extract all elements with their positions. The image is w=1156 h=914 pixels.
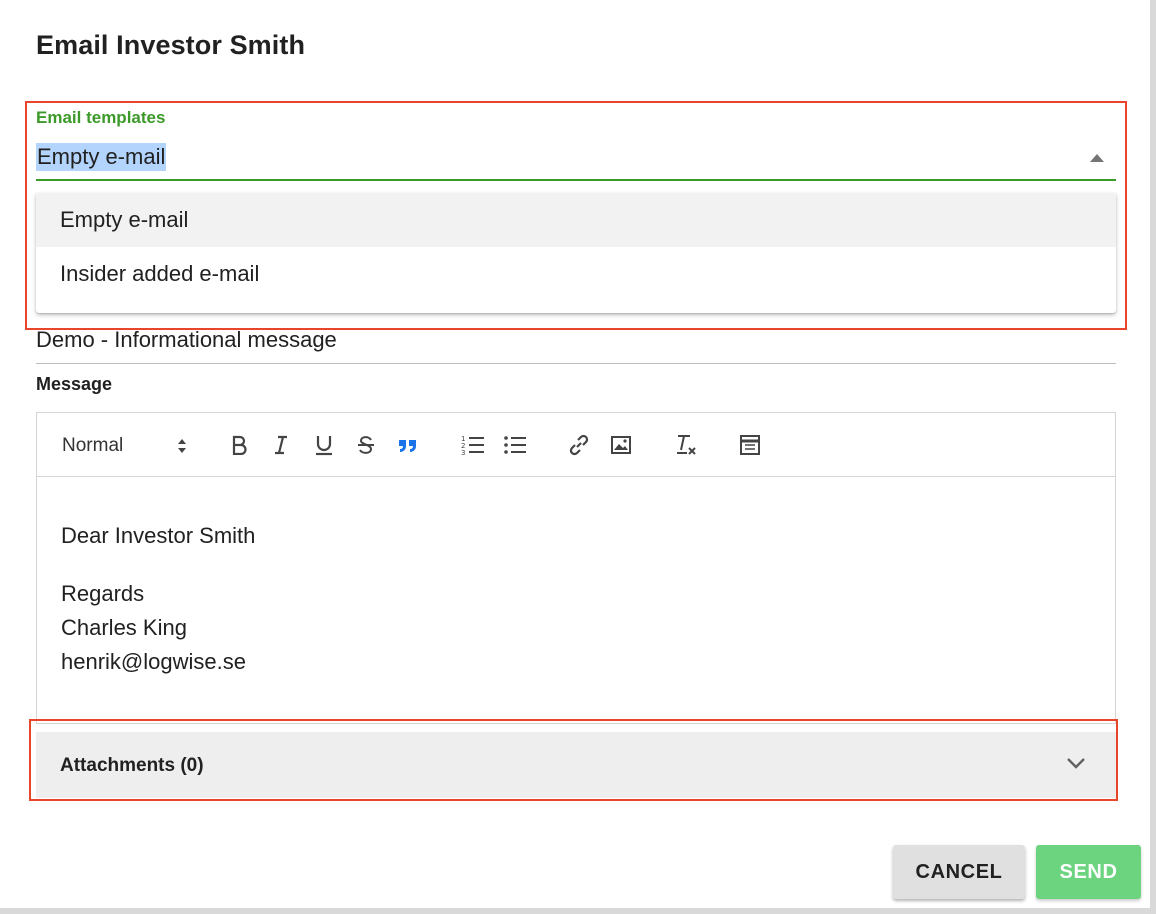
message-closing: Regards <box>61 581 145 606</box>
email-templates-value: Empty e-mail <box>36 143 167 171</box>
message-greeting: Dear Investor Smith <box>61 523 256 548</box>
link-button[interactable] <box>565 431 593 459</box>
cancel-button[interactable]: CANCEL <box>893 845 1025 899</box>
format-select[interactable]: Normal <box>62 435 123 457</box>
message-sender-email: henrik@logwise.se <box>61 649 246 674</box>
underline-icon <box>316 436 332 456</box>
bold-button[interactable] <box>225 431 253 459</box>
strikethrough-icon <box>358 436 374 454</box>
template-option-insider-added[interactable]: Insider added e-mail <box>36 247 1116 301</box>
select-arrows-icon <box>178 439 186 453</box>
attachments-panel[interactable]: Attachments (0) <box>36 732 1116 798</box>
caret-up-icon <box>1090 154 1104 162</box>
dialog-title: Email Investor Smith <box>36 30 306 60</box>
table-icon <box>740 435 760 455</box>
backdrop <box>1150 0 1156 914</box>
underline-button[interactable] <box>310 431 338 459</box>
message-body[interactable]: Dear Investor Smith Regards Charles King… <box>61 519 1091 679</box>
subject-field[interactable]: Demo - Informational message <box>36 323 1116 364</box>
clear-format-button[interactable] <box>672 431 700 459</box>
clear-format-icon <box>677 435 696 455</box>
message-label: Message <box>36 374 113 394</box>
bold-icon <box>232 435 247 455</box>
template-option-empty[interactable]: Empty e-mail <box>36 193 1116 247</box>
message-editor: Normal 1 2 3 Dear Investor Smith Regards… <box>36 412 1116 724</box>
send-button[interactable]: SEND <box>1036 845 1141 899</box>
email-dialog: Email Investor Smith Email templates Emp… <box>0 0 1150 908</box>
svg-text:3: 3 <box>461 449 465 456</box>
email-templates-select[interactable]: Empty e-mail <box>36 140 1116 181</box>
strikethrough-button[interactable] <box>352 431 380 459</box>
image-button[interactable] <box>607 431 635 459</box>
table-button[interactable] <box>736 431 764 459</box>
email-templates-label: Email templates <box>36 108 166 127</box>
ordered-list-icon: 1 2 3 <box>461 435 484 456</box>
attachments-label: Attachments (0) <box>60 755 204 776</box>
ordered-list-button[interactable]: 1 2 3 <box>459 431 487 459</box>
blockquote-icon <box>399 440 416 452</box>
bullet-list-button[interactable] <box>501 431 529 459</box>
bullet-list-icon <box>504 436 526 454</box>
email-templates-menu: Empty e-mail Insider added e-mail <box>36 193 1116 313</box>
message-sender-name: Charles King <box>61 615 187 640</box>
backdrop <box>0 908 1156 914</box>
editor-toolbar: Normal 1 2 3 <box>37 413 1115 477</box>
image-icon <box>611 436 631 454</box>
blockquote-button[interactable] <box>394 431 422 459</box>
italic-icon <box>275 435 287 455</box>
link-icon <box>569 434 589 456</box>
chevron-down-icon <box>1067 758 1085 769</box>
italic-button[interactable] <box>267 431 295 459</box>
